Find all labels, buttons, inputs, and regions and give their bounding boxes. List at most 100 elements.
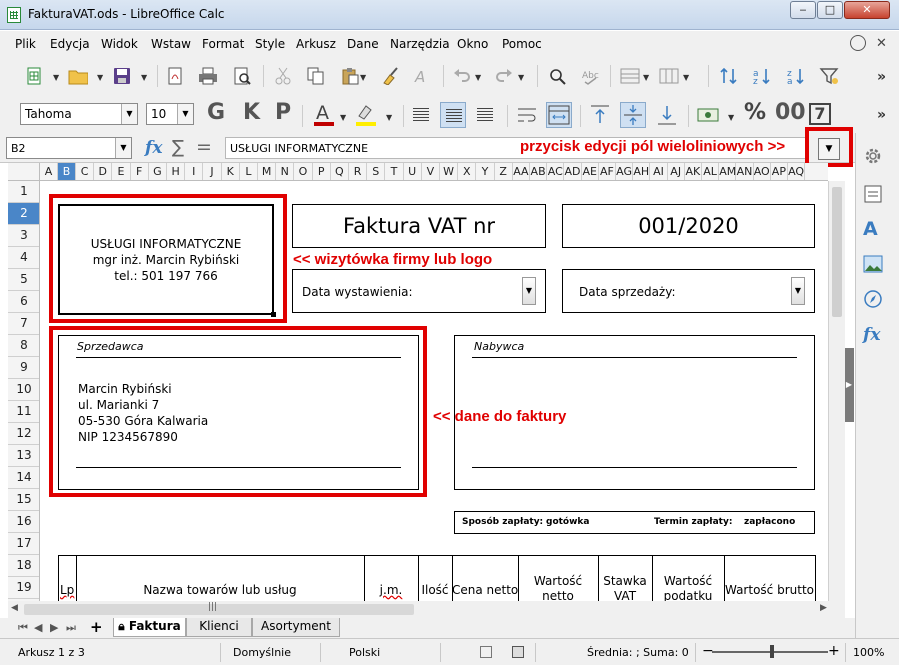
find-replace-icon[interactable] xyxy=(548,66,568,86)
column-header[interactable]: C xyxy=(76,163,95,180)
column-header[interactable]: AJ xyxy=(668,163,685,180)
column-header[interactable]: AC xyxy=(547,163,565,180)
first-sheet-icon[interactable]: ⏮ xyxy=(18,621,28,635)
sidebar-functions-icon[interactable]: fx xyxy=(862,323,884,345)
column-header[interactable]: AH xyxy=(633,163,651,180)
menu-style[interactable]: Style xyxy=(255,37,285,51)
merge-cells-button[interactable] xyxy=(546,102,572,128)
column-header[interactable]: W xyxy=(440,163,459,180)
column-header[interactable]: AM xyxy=(719,163,737,180)
row-header[interactable]: 16 xyxy=(8,511,39,533)
new-dropdown-arrow[interactable]: ▼ xyxy=(53,73,61,82)
column-header[interactable]: K xyxy=(222,163,240,180)
scroll-right-icon[interactable]: ▶ xyxy=(820,603,827,613)
issue-date-dropdown[interactable]: ▼ xyxy=(522,277,536,305)
column-header[interactable]: Y xyxy=(476,163,495,180)
column-header[interactable]: N xyxy=(276,163,295,180)
column-header[interactable]: AB xyxy=(530,163,548,180)
column-header[interactable]: Z xyxy=(495,163,513,180)
column-header[interactable]: R xyxy=(349,163,368,180)
row-header[interactable]: 18 xyxy=(8,555,39,577)
tab-asortyment[interactable]: Asortyment xyxy=(252,618,340,637)
column-header[interactable]: O xyxy=(294,163,313,180)
column-header[interactable]: AQ xyxy=(788,163,806,180)
toolbar2-more-icon[interactable]: » xyxy=(877,107,886,123)
open-dropdown-arrow[interactable]: ▼ xyxy=(97,73,105,82)
cut-icon[interactable] xyxy=(273,66,293,86)
column-header[interactable]: Q xyxy=(331,163,349,180)
undo-dropdown-arrow[interactable]: ▼ xyxy=(475,73,483,82)
paste-icon[interactable] xyxy=(340,66,360,86)
menu-format[interactable]: Format xyxy=(202,37,244,51)
zoom-level[interactable]: 100% xyxy=(853,646,884,659)
column-header[interactable]: L xyxy=(240,163,258,180)
undo-icon[interactable] xyxy=(452,66,472,86)
add-sheet-button[interactable]: + xyxy=(90,618,103,636)
column-header[interactable]: U xyxy=(404,163,422,180)
formula-icon[interactable]: = xyxy=(196,136,212,158)
close-document-icon[interactable]: ✕ xyxy=(876,36,887,51)
paste-dropdown-arrow[interactable]: ▼ xyxy=(360,73,368,82)
sort-icon[interactable] xyxy=(719,66,739,86)
sidebar-properties-icon[interactable] xyxy=(862,183,884,205)
sidebar-collapse-handle[interactable]: ▶ xyxy=(844,348,854,422)
column-header[interactable]: AO xyxy=(754,163,771,180)
autofilter-icon[interactable] xyxy=(819,66,839,86)
column-header[interactable]: AG xyxy=(616,163,634,180)
name-box-dropdown-arrow[interactable]: ▼ xyxy=(115,138,131,158)
row-header[interactable]: 4 xyxy=(8,247,39,269)
row-header[interactable]: 11 xyxy=(8,401,39,423)
row-header[interactable]: 8 xyxy=(8,335,39,357)
menu-narzedzia[interactable]: Narzędzia xyxy=(390,37,450,51)
menu-plik[interactable]: Plik xyxy=(15,37,36,51)
zoom-in-button[interactable]: + xyxy=(828,643,840,659)
tab-klienci[interactable]: Klienci xyxy=(186,618,252,637)
column-header[interactable]: AA xyxy=(513,163,530,180)
percent-format-button[interactable]: % xyxy=(744,100,766,125)
align-bottom-icon[interactable] xyxy=(655,103,679,127)
font-name-dropdown-arrow[interactable]: ▼ xyxy=(121,104,137,124)
column-header[interactable]: G xyxy=(149,163,167,180)
column-header[interactable]: AI xyxy=(650,163,668,180)
new-document-icon[interactable] xyxy=(24,66,44,86)
sidebar-gallery-icon[interactable] xyxy=(862,253,884,275)
name-box[interactable]: B2 ▼ xyxy=(6,137,132,159)
menu-edycja[interactable]: Edycja xyxy=(50,37,90,51)
row-header[interactable]: 7 xyxy=(8,313,39,335)
horizontal-scrollbar[interactable]: ◀ ||| ▶ xyxy=(8,601,845,618)
print-icon[interactable] xyxy=(198,66,218,86)
align-top-icon[interactable] xyxy=(588,103,612,127)
select-all-corner[interactable] xyxy=(8,163,40,181)
column-header[interactable]: AE xyxy=(582,163,599,180)
row-icon[interactable] xyxy=(620,66,640,86)
toolbar-more-icon[interactable]: » xyxy=(877,69,886,85)
spreadsheet-grid[interactable]: USŁUGI INFORMATYCZNE mgr inż. Marcin Ryb… xyxy=(40,181,828,601)
column-header[interactable]: AF xyxy=(599,163,616,180)
scroll-left-icon[interactable]: ◀ xyxy=(11,603,18,613)
font-color-icon[interactable]: A xyxy=(312,101,336,127)
underline-button[interactable]: P xyxy=(275,100,291,125)
column-header[interactable]: H xyxy=(167,163,186,180)
column-header[interactable]: M xyxy=(258,163,277,180)
align-right-button[interactable] xyxy=(472,102,498,128)
column-header[interactable]: AP xyxy=(771,163,788,180)
font-name-box[interactable]: Tahoma ▼ xyxy=(20,103,138,125)
highlight-color-icon[interactable] xyxy=(354,101,378,127)
align-left-button[interactable] xyxy=(408,102,434,128)
row-header[interactable]: 12 xyxy=(8,423,39,445)
print-preview-icon[interactable] xyxy=(232,66,252,86)
sidebar-navigator-icon[interactable] xyxy=(862,288,884,310)
redo-icon[interactable] xyxy=(494,66,514,86)
column-header[interactable]: J xyxy=(203,163,222,180)
highlight-dropdown-arrow[interactable]: ▼ xyxy=(386,113,394,122)
menu-widok[interactable]: Widok xyxy=(101,37,138,51)
sum-icon[interactable]: ∑ xyxy=(172,137,184,158)
row-header[interactable]: 6 xyxy=(8,291,39,313)
add-decimal-button[interactable]: 7 xyxy=(809,103,831,125)
italic-button[interactable]: K xyxy=(243,100,260,125)
maximize-button[interactable]: □ xyxy=(817,1,843,19)
wrap-text-icon[interactable] xyxy=(515,103,539,127)
redo-dropdown-arrow[interactable]: ▼ xyxy=(518,73,526,82)
sort-ascending-icon[interactable]: az xyxy=(752,66,772,86)
sale-date-dropdown[interactable]: ▼ xyxy=(791,277,805,305)
